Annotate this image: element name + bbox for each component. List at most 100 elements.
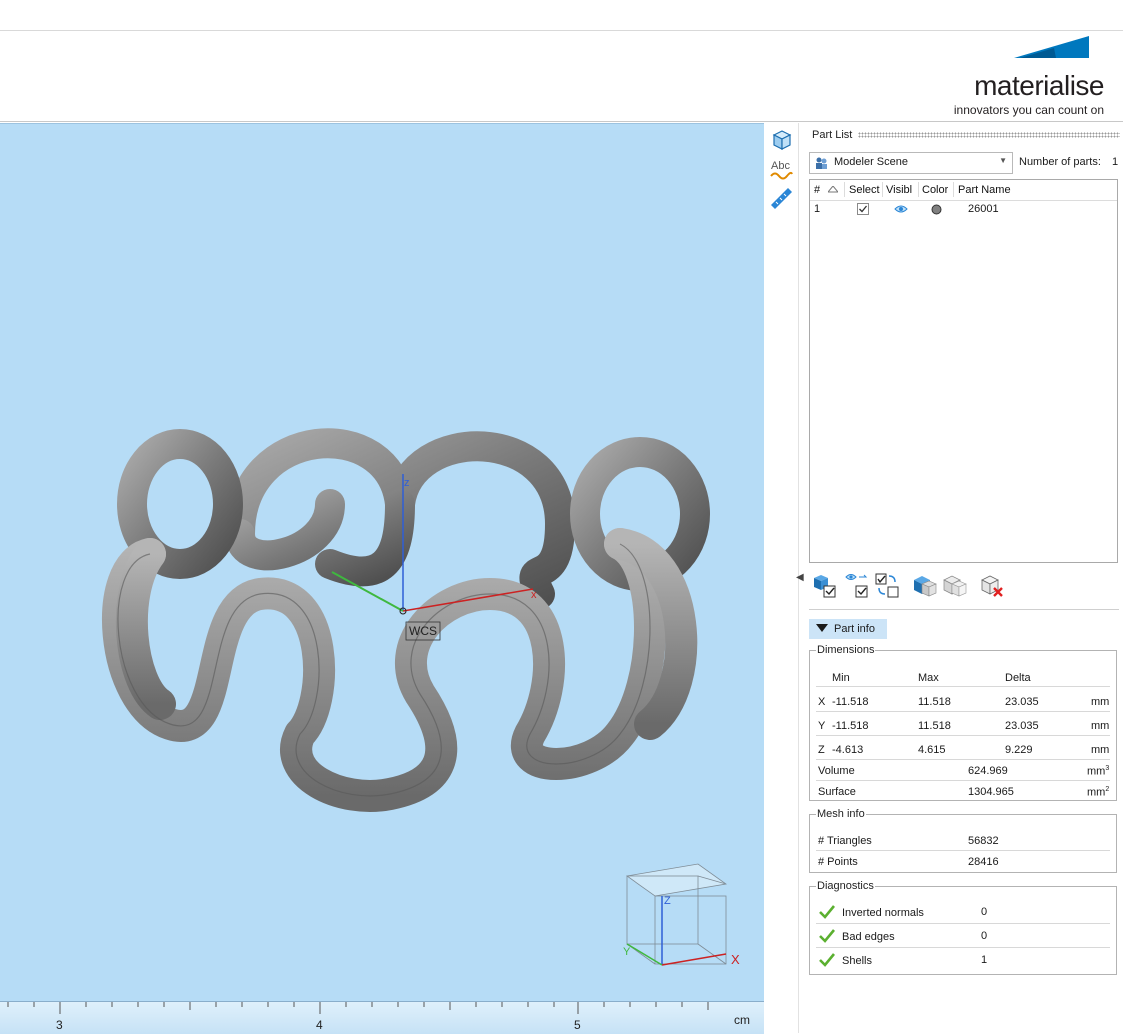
mesh-info-legend: Mesh info	[817, 808, 865, 820]
cube-x-label: X	[731, 952, 740, 967]
dim-axis: Z	[818, 744, 825, 756]
text-annotation-icon[interactable]: Abc	[768, 157, 794, 183]
wcs-z-label: z	[404, 477, 410, 489]
surface-unit: mm2	[1087, 786, 1110, 799]
sort-ascending-icon	[828, 186, 838, 193]
dim-delta: 23.035	[1005, 696, 1039, 708]
scale-ruler: 3 4 5 cm	[0, 1001, 764, 1034]
dim-axis: X	[818, 696, 826, 708]
dim-unit: mm	[1091, 696, 1110, 708]
diagnostic-value: 1	[981, 954, 988, 966]
column-header-index[interactable]: #	[814, 184, 820, 196]
dim-unit: mm	[1091, 744, 1110, 756]
cube-y-label: Y	[623, 946, 631, 958]
part-info-title: Part info	[834, 623, 875, 635]
triangles-label: # Triangles	[818, 835, 872, 847]
materialise-logo: materialise innovators you can count on	[944, 36, 1104, 117]
panel-grip[interactable]	[858, 132, 1120, 138]
surface-label: Surface	[818, 786, 856, 798]
svg-text:Abc: Abc	[771, 160, 790, 172]
view-cube-icon[interactable]	[768, 127, 794, 153]
logo-wordmark: materialise	[974, 70, 1104, 101]
hide-parts-icon[interactable]	[942, 572, 968, 600]
diagnostic-value: 0	[981, 906, 988, 918]
dim-delta: 23.035	[1005, 720, 1039, 732]
dim-header-min: Min	[832, 672, 850, 684]
ruler-tick-label: 3	[56, 1018, 63, 1032]
dim-min: -4.613	[832, 744, 864, 756]
diagnostics-group: Diagnostics Inverted normals 0 Bad edges…	[809, 880, 1117, 975]
ruler-unit: cm	[734, 1013, 750, 1027]
viewport-toolbar: Abc	[764, 123, 799, 1033]
diagnostic-label: Bad edges	[842, 931, 895, 943]
points-label: # Points	[818, 856, 858, 868]
table-row[interactable]: 1 26001	[810, 201, 1117, 217]
mesh-info-group: Mesh info # Triangles 56832 # Points 284…	[809, 808, 1117, 873]
part-info-section-toggle[interactable]: Part info	[809, 619, 887, 639]
wcs-x-label: x	[531, 589, 537, 601]
measure-ruler-icon[interactable]	[768, 185, 794, 211]
volume-unit: mm3	[1087, 765, 1110, 778]
dim-header-delta: Delta	[1005, 672, 1031, 684]
3d-viewport[interactable]: z x WCS Z X Y 3 4 5 cm	[0, 123, 764, 1034]
column-header-part-name[interactable]: Part Name	[958, 184, 1011, 196]
row-index: 1	[814, 203, 821, 215]
select-all-parts-icon[interactable]	[812, 572, 838, 600]
diagnostic-label: Shells	[842, 955, 872, 967]
dim-axis: Y	[818, 720, 826, 732]
surface-value: 1304.965	[968, 786, 1014, 798]
part-color-swatch[interactable]	[931, 204, 942, 215]
triangles-value: 56832	[968, 835, 999, 847]
table-header: # Select Visibl Color Part Name	[810, 180, 1117, 201]
column-header-color[interactable]: Color	[922, 184, 948, 196]
checkmark-icon	[819, 905, 836, 919]
panel-collapse-handle[interactable]: ◀	[796, 572, 804, 583]
dimensions-legend: Dimensions	[817, 644, 875, 656]
number-of-parts-label: Number of parts:	[1019, 156, 1101, 168]
column-header-select[interactable]: Select	[849, 184, 881, 196]
scene-icon	[816, 157, 827, 169]
panel-title: Part List	[812, 129, 853, 141]
select-checkbox[interactable]	[857, 203, 869, 215]
ruler-tick-label: 5	[574, 1018, 581, 1032]
volume-value: 624.969	[968, 765, 1008, 777]
part-list-panel: Part List Modeler Scene ▼ Number of part…	[796, 123, 1123, 1033]
number-of-parts-value: 1	[1112, 156, 1119, 168]
dim-max: 4.615	[918, 744, 946, 756]
volume-label: Volume	[818, 765, 855, 777]
chevron-down-icon: ▼	[999, 156, 1007, 165]
dim-min: -11.518	[832, 696, 869, 708]
show-parts-icon[interactable]	[912, 572, 938, 600]
dim-delta: 9.229	[1005, 744, 1033, 756]
column-header-visible[interactable]: Visibl	[886, 184, 918, 196]
scene-selected-value: Modeler Scene	[834, 156, 908, 168]
wcs-label: WCS	[409, 624, 437, 638]
scene-dropdown[interactable]: Modeler Scene ▼	[809, 152, 1013, 174]
toggle-visibility-icon[interactable]	[844, 572, 870, 600]
points-value: 28416	[968, 856, 999, 868]
visibility-eye-icon[interactable]	[894, 204, 908, 214]
checkmark-icon	[819, 953, 836, 967]
dim-max: 11.518	[918, 720, 951, 732]
divider	[809, 609, 1119, 610]
part-list-table: # Select Visibl Color Part Name 1 26001	[809, 179, 1118, 563]
diagnostic-value: 0	[981, 930, 988, 942]
diagnostics-legend: Diagnostics	[817, 880, 874, 892]
dim-header-max: Max	[918, 672, 939, 684]
dim-max: 11.518	[918, 696, 951, 708]
title-bar	[0, 0, 1123, 31]
cube-z-label: Z	[664, 895, 671, 907]
dim-unit: mm	[1091, 720, 1110, 732]
dimensions-group: Dimensions Min Max Delta X -11.518 11.51…	[809, 644, 1117, 801]
part-list-toolbar	[812, 572, 1112, 602]
delete-part-icon[interactable]	[980, 572, 1006, 600]
orientation-cube[interactable]: Z X Y	[623, 863, 740, 967]
invert-selection-icon[interactable]	[874, 572, 900, 600]
expand-triangle-icon	[816, 624, 828, 632]
logo-mark-icon	[1014, 36, 1089, 58]
part-model-render: z x WCS Z X Y	[102, 428, 740, 967]
part-name-cell: 26001	[968, 203, 999, 215]
checkmark-icon	[819, 929, 836, 943]
ruler-tick-label: 4	[316, 1018, 323, 1032]
ribbon: materialise innovators you can count on	[0, 31, 1123, 122]
